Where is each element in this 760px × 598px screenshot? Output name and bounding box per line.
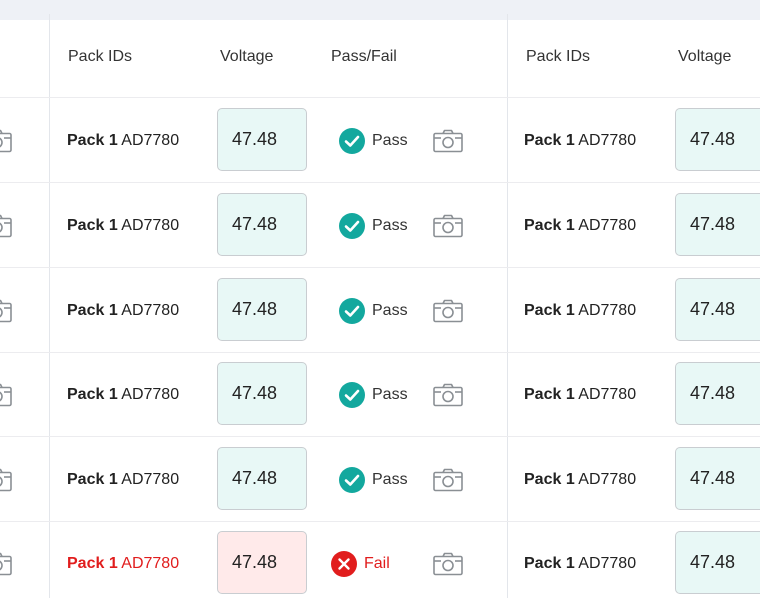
status-label: Pass xyxy=(372,471,408,488)
pack-id-cell: Pack 1 AD7780 xyxy=(524,217,636,235)
camera-icon[interactable] xyxy=(0,299,12,323)
camera-icon[interactable] xyxy=(433,299,463,323)
voltage-input[interactable]: 47.48 xyxy=(675,108,760,171)
pack-number: Pack 1 xyxy=(524,302,575,319)
status-label: Pass xyxy=(372,132,408,149)
voltage-input[interactable]: 47.48 xyxy=(675,531,760,594)
voltage-input[interactable]: 47.48 xyxy=(217,108,307,171)
status-pass: Pass xyxy=(339,298,408,324)
pack-code: AD7780 xyxy=(121,217,180,234)
pack-number: Pack 1 xyxy=(67,471,118,488)
pack-code: AD7780 xyxy=(121,132,180,149)
pack-id-cell: Pack 1 AD7780 xyxy=(67,555,179,573)
column-divider xyxy=(507,14,508,598)
camera-icon[interactable] xyxy=(0,383,12,407)
status-fail: Fail xyxy=(331,551,390,577)
pack-code: AD7780 xyxy=(578,471,637,488)
pack-code: AD7780 xyxy=(121,302,180,319)
pack-id-cell: Pack 1 AD7780 xyxy=(67,302,179,320)
header-pack-ids-right: Pack IDs xyxy=(526,48,591,65)
pack-code: AD7780 xyxy=(121,386,180,403)
voltage-input[interactable]: 47.48 xyxy=(217,278,307,341)
pack-code: AD7780 xyxy=(578,386,637,403)
row-divider xyxy=(0,352,760,353)
status-label: Pass xyxy=(372,217,408,234)
status-pass: Pass xyxy=(339,213,408,239)
voltage-input[interactable]: 47.48 xyxy=(675,362,760,425)
column-divider xyxy=(49,14,50,598)
header-voltage-right: Voltage xyxy=(678,48,732,65)
pack-number: Pack 1 xyxy=(524,217,575,234)
check-circle-icon xyxy=(339,128,365,154)
pack-number: Pack 1 xyxy=(524,471,575,488)
status-pass: Pass xyxy=(339,128,408,154)
row-divider xyxy=(0,182,760,183)
camera-icon[interactable] xyxy=(0,468,12,492)
status-pass: Pass xyxy=(339,382,408,408)
status-label: Pass xyxy=(372,386,408,403)
row-divider xyxy=(0,436,760,437)
voltage-input[interactable]: 47.48 xyxy=(675,447,760,510)
pack-number: Pack 1 xyxy=(67,132,118,149)
pack-code: AD7780 xyxy=(121,471,180,488)
check-circle-icon xyxy=(339,213,365,239)
top-bar xyxy=(0,0,760,20)
pack-code: AD7780 xyxy=(578,217,637,234)
camera-icon[interactable] xyxy=(433,383,463,407)
pack-id-cell: Pack 1 AD7780 xyxy=(67,217,179,235)
camera-icon[interactable] xyxy=(433,468,463,492)
pack-code: AD7780 xyxy=(578,555,637,572)
header-pass-fail: Pass/Fail xyxy=(331,48,397,65)
pack-id-cell: Pack 1 AD7780 xyxy=(524,132,636,150)
voltage-input[interactable]: 47.48 xyxy=(217,362,307,425)
voltage-input[interactable]: 47.48 xyxy=(675,278,760,341)
pack-id-cell: Pack 1 AD7780 xyxy=(67,132,179,150)
check-circle-icon xyxy=(339,382,365,408)
voltage-input[interactable]: 47.48 xyxy=(675,193,760,256)
row-divider xyxy=(0,521,760,522)
camera-icon[interactable] xyxy=(433,214,463,238)
pack-number: Pack 1 xyxy=(524,386,575,403)
pack-number: Pack 1 xyxy=(524,555,575,572)
pack-number: Pack 1 xyxy=(67,555,118,572)
status-label: Pass xyxy=(372,302,408,319)
status-label: Fail xyxy=(364,555,390,572)
pack-id-cell: Pack 1 AD7780 xyxy=(524,386,636,404)
status-pass: Pass xyxy=(339,467,408,493)
camera-icon[interactable] xyxy=(0,214,12,238)
camera-icon[interactable] xyxy=(433,129,463,153)
pack-id-cell: Pack 1 AD7780 xyxy=(524,471,636,489)
pack-code: AD7780 xyxy=(121,555,180,572)
pack-id-cell: Pack 1 AD7780 xyxy=(67,471,179,489)
camera-icon[interactable] xyxy=(0,129,12,153)
voltage-input[interactable]: 47.48 xyxy=(217,447,307,510)
voltage-input[interactable]: 47.48 xyxy=(217,531,307,594)
camera-icon[interactable] xyxy=(433,552,463,576)
pack-code: AD7780 xyxy=(578,302,637,319)
pack-number: Pack 1 xyxy=(524,132,575,149)
pack-id-cell: Pack 1 AD7780 xyxy=(67,386,179,404)
pack-code: AD7780 xyxy=(578,132,637,149)
pack-number: Pack 1 xyxy=(67,217,118,234)
header-pack-ids: Pack IDs xyxy=(68,48,133,65)
x-circle-icon xyxy=(331,551,357,577)
check-circle-icon xyxy=(339,467,365,493)
pack-number: Pack 1 xyxy=(67,302,118,319)
camera-icon[interactable] xyxy=(0,552,12,576)
row-divider xyxy=(0,267,760,268)
pack-number: Pack 1 xyxy=(67,386,118,403)
voltage-input[interactable]: 47.48 xyxy=(217,193,307,256)
check-circle-icon xyxy=(339,298,365,324)
header-voltage: Voltage xyxy=(220,48,274,65)
pack-id-cell: Pack 1 AD7780 xyxy=(524,302,636,320)
pack-id-cell: Pack 1 AD7780 xyxy=(524,555,636,573)
row-divider xyxy=(0,97,760,98)
